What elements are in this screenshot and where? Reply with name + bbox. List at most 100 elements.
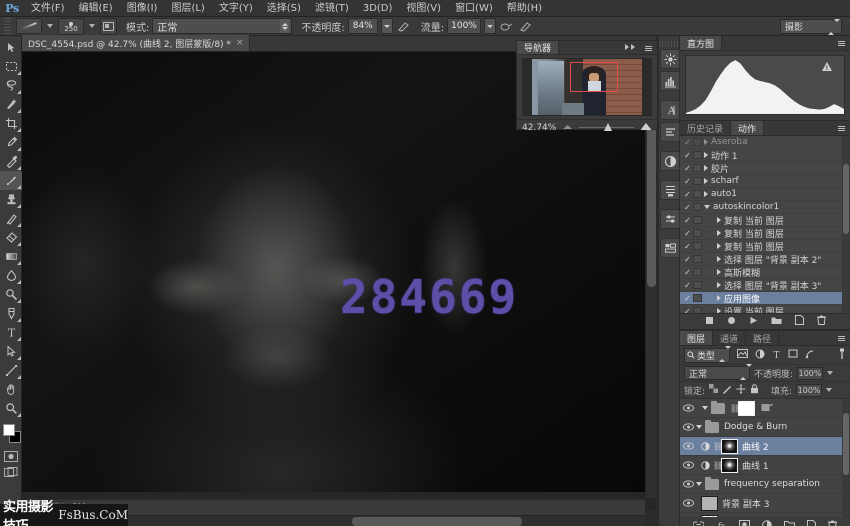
zoom-out-icon[interactable]	[562, 122, 573, 133]
scrollbar-thumb[interactable]	[352, 517, 522, 526]
actions-scrollbar[interactable]	[842, 136, 850, 313]
action-dialog-toggle[interactable]	[693, 190, 702, 198]
brush-size-field[interactable]: 250	[58, 18, 84, 35]
new-adjustment-layer-button[interactable]	[762, 520, 772, 526]
options-bar-grip[interactable]	[4, 18, 11, 35]
dock-grip[interactable]	[659, 41, 681, 47]
chevron-down-icon[interactable]	[826, 388, 832, 392]
opacity-pressure-icon[interactable]	[396, 18, 412, 34]
collapse-icon[interactable]	[625, 44, 635, 50]
tab-history[interactable]: 历史记录	[680, 121, 731, 135]
disclosure-triangle-icon[interactable]	[696, 482, 702, 486]
dock-icon-color[interactable]	[660, 151, 680, 171]
workspace-selector[interactable]: 摄影	[780, 19, 842, 34]
new-set-button[interactable]	[771, 316, 782, 328]
tab-channels[interactable]: 通道	[713, 331, 746, 345]
move-tool[interactable]	[0, 38, 22, 57]
crop-tool[interactable]	[0, 114, 22, 133]
eye-visibility-icon[interactable]	[682, 499, 695, 507]
disclosure-triangle-icon[interactable]	[704, 178, 708, 184]
foreground-color-swatch[interactable]	[3, 424, 15, 436]
action-dialog-toggle[interactable]	[693, 242, 702, 250]
disclosure-triangle-icon[interactable]	[704, 191, 708, 197]
brush-tool[interactable]	[0, 171, 22, 190]
disclosure-triangle-icon[interactable]	[717, 243, 721, 249]
action-enabled-checkmark[interactable]: ✓	[682, 294, 693, 303]
action-row[interactable]: ✓选择 图层 "背景 副本 2"	[680, 253, 850, 266]
eye-visibility-icon[interactable]	[682, 442, 695, 450]
link-icon[interactable]: ⛓	[713, 442, 721, 451]
dodge-tool[interactable]	[0, 285, 22, 304]
menu-window[interactable]: 窗口(W)	[448, 0, 500, 17]
chevron-down-icon[interactable]	[827, 371, 833, 375]
screen-mode-toggle[interactable]	[0, 464, 22, 480]
action-dialog-toggle[interactable]	[693, 307, 702, 314]
fill-value[interactable]: 100%	[796, 384, 822, 397]
flow-stepper[interactable]	[484, 18, 496, 34]
lock-transparency-icon[interactable]	[709, 384, 718, 396]
navigator-zoom-slider[interactable]	[604, 123, 612, 131]
delete-action-button[interactable]	[817, 315, 826, 328]
navigator-zoom-value[interactable]: 42.74%	[522, 123, 556, 133]
blur-tool[interactable]	[0, 266, 22, 285]
chevron-down-icon[interactable]	[47, 24, 53, 28]
filter-shape-icon[interactable]	[788, 349, 798, 361]
disclosure-triangle-icon[interactable]	[702, 406, 708, 410]
lock-position-icon[interactable]	[736, 384, 746, 397]
tab-navigator[interactable]: 导航器	[517, 41, 559, 54]
dock-icon-character[interactable]: A	[660, 100, 680, 120]
dock-icon-properties[interactable]	[660, 209, 680, 229]
flow-value[interactable]: 100%	[447, 18, 481, 34]
panel-menu-icon[interactable]	[836, 334, 847, 343]
menu-edit[interactable]: 编辑(E)	[72, 0, 120, 17]
dock-icon-actions[interactable]	[660, 180, 680, 200]
tab-histogram[interactable]: 直方图	[680, 36, 722, 50]
stop-recording-button[interactable]	[705, 316, 714, 328]
action-dialog-toggle[interactable]	[693, 138, 702, 146]
disclosure-triangle-icon[interactable]	[717, 295, 721, 301]
layers-scrollbar[interactable]	[842, 399, 850, 517]
dock-icon-paragraph[interactable]	[660, 122, 680, 142]
menu-file[interactable]: 文件(F)	[24, 0, 72, 17]
disclosure-triangle-icon[interactable]	[717, 217, 721, 223]
layer-group-frequency-separation[interactable]: frequency separation	[680, 475, 850, 494]
eraser-tool[interactable]	[0, 228, 22, 247]
eye-visibility-icon[interactable]	[682, 480, 695, 488]
action-row[interactable]: ✓动作 1	[680, 149, 850, 162]
dock-icon-layers[interactable]	[660, 238, 680, 258]
layer-mask-thumbnail[interactable]	[721, 458, 738, 473]
link-layers-button[interactable]	[693, 520, 704, 526]
disclosure-triangle-icon[interactable]	[717, 256, 721, 262]
new-layer-button[interactable]	[807, 520, 816, 526]
menu-type[interactable]: 文字(Y)	[212, 0, 260, 17]
close-icon[interactable]: ×	[236, 38, 244, 48]
layer-group-dodge-burn[interactable]: Dodge & Burn	[680, 418, 850, 437]
action-dialog-toggle[interactable]	[693, 281, 702, 289]
layer-thumbnail[interactable]	[701, 515, 718, 518]
action-row[interactable]: ✓胶片	[680, 162, 850, 175]
link-icon[interactable]: ⛓	[713, 461, 721, 470]
action-row[interactable]: ✓autoskincolor1	[680, 201, 850, 214]
filter-toggle-switch[interactable]	[838, 348, 846, 363]
filter-adjustment-icon[interactable]	[755, 349, 765, 362]
type-tool[interactable]: T	[0, 323, 22, 342]
disclosure-triangle-icon[interactable]	[704, 139, 708, 145]
action-row[interactable]: ✓应用图像	[680, 292, 850, 305]
action-row[interactable]: ✓高斯模糊	[680, 266, 850, 279]
menu-filter[interactable]: 滤镜(T)	[308, 0, 356, 17]
color-swatches[interactable]	[0, 422, 22, 448]
disclosure-triangle-icon[interactable]	[717, 269, 721, 275]
marquee-tool[interactable]	[0, 57, 22, 76]
scrollbar-thumb[interactable]	[843, 413, 849, 475]
action-enabled-checkmark[interactable]: ✓	[682, 190, 693, 199]
quick-mask-toggle[interactable]	[0, 448, 22, 464]
menu-3d[interactable]: 3D(D)	[356, 0, 400, 17]
opacity-value[interactable]: 84%	[348, 18, 378, 34]
action-row[interactable]: ✓scharf	[680, 175, 850, 188]
action-dialog-toggle[interactable]	[693, 164, 702, 172]
panel-menu-icon[interactable]	[836, 39, 847, 48]
eye-visibility-icon[interactable]	[682, 423, 695, 431]
menu-view[interactable]: 视图(V)	[399, 0, 448, 17]
action-enabled-checkmark[interactable]: ✓	[682, 216, 693, 225]
filter-type-icon[interactable]: T	[772, 349, 781, 362]
